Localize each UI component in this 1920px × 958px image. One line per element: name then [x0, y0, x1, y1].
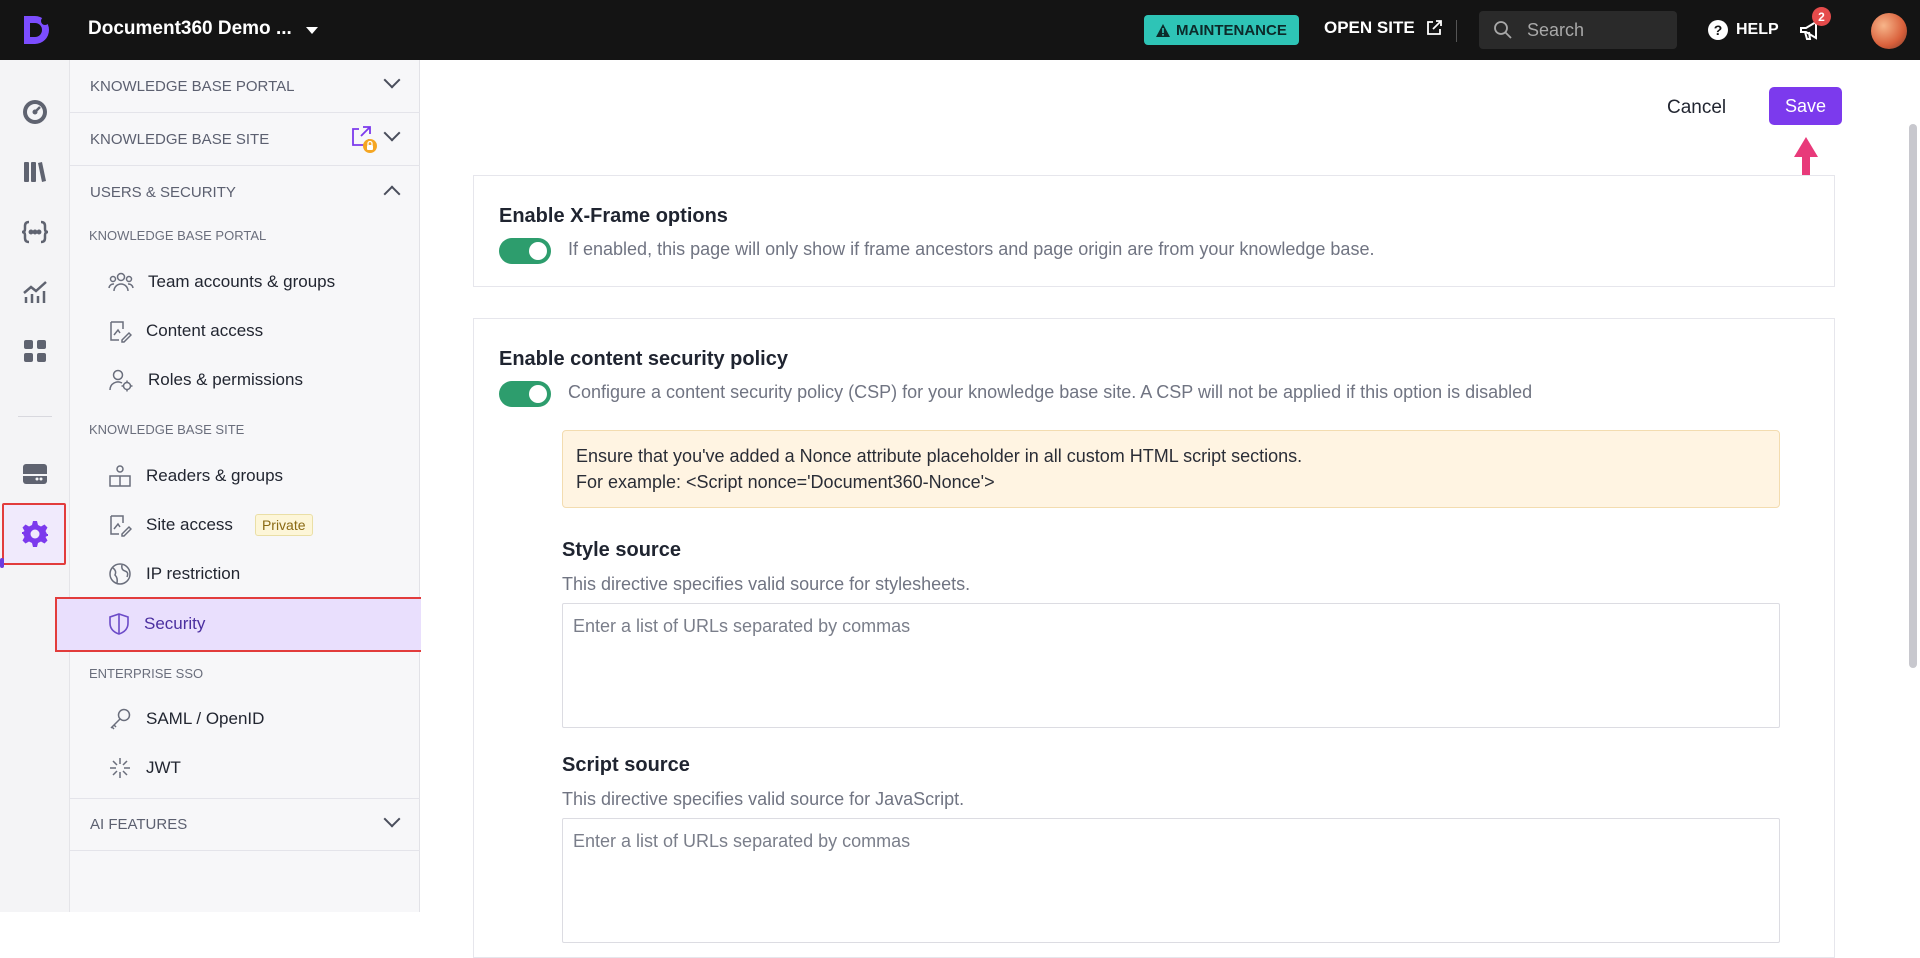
security-settings-panel: Cancel Save Enable X-Frame options If en…	[421, 60, 1920, 958]
help-label: HELP	[1736, 21, 1779, 38]
nav-item-label: SAML / OpenID	[146, 709, 265, 728]
group-label-kb-site: KNOWLEDGE BASE SITE	[89, 422, 245, 437]
main-scrollbar[interactable]	[1909, 124, 1917, 668]
xframe-title: Enable X-Frame options	[499, 205, 728, 227]
style-source-input[interactable]	[562, 603, 1780, 728]
save-button[interactable]: Save	[1769, 87, 1842, 125]
documents-icon[interactable]	[20, 157, 50, 187]
project-name: Document360 Demo ...	[88, 18, 292, 39]
document360-logo-icon[interactable]	[18, 12, 54, 48]
maintenance-label: MAINTENANCE	[1176, 21, 1287, 39]
roles-icon	[109, 369, 133, 392]
avatar[interactable]	[1871, 13, 1907, 49]
section-label: KNOWLEDGE BASE SITE	[90, 130, 270, 148]
section-kb-site[interactable]: KNOWLEDGE BASE SITE	[70, 113, 420, 166]
cancel-button[interactable]: Cancel	[1657, 89, 1736, 127]
chevron-down-icon	[383, 810, 401, 828]
nav-item-readers-groups[interactable]: Readers & groups	[98, 456, 400, 496]
nav-item-roles-permissions[interactable]: Roles & permissions	[98, 360, 400, 400]
script-source-input[interactable]	[562, 818, 1780, 943]
nav-item-security[interactable]: Security	[98, 604, 400, 644]
alert-line-2: For example: <Script nonce='Document360-…	[576, 472, 995, 492]
team-icon	[108, 272, 134, 292]
readers-icon	[109, 465, 131, 487]
nav-item-ip-restriction[interactable]: IP restriction	[98, 554, 400, 594]
content-access-icon	[110, 321, 132, 343]
search-input[interactable]	[1527, 19, 1667, 41]
nav-item-content-access[interactable]: Content access	[98, 311, 400, 351]
external-link-icon	[1426, 20, 1442, 35]
nav-item-jwt[interactable]: JWT	[98, 748, 400, 788]
script-source-description: This directive specifies valid source fo…	[562, 789, 965, 809]
apps-icon[interactable]	[20, 336, 50, 366]
globe-icon	[109, 563, 131, 585]
style-source-description: This directive specifies valid source fo…	[562, 574, 971, 594]
xframe-description: If enabled, this page will only show if …	[568, 239, 1375, 259]
open-site-link[interactable]: OPEN SITE	[1324, 18, 1443, 38]
settings-icon[interactable]	[20, 519, 50, 549]
divider	[1456, 20, 1457, 42]
settings-sidebar: KNOWLEDGE BASE PORTAL KNOWLEDGE BASE SIT…	[55, 60, 423, 912]
search-icon	[1494, 21, 1512, 39]
alert-line-1: Ensure that you've added a Nonce attribu…	[576, 446, 1303, 466]
nav-item-label: Security	[144, 614, 206, 633]
script-source-title: Script source	[562, 754, 690, 776]
drive-icon[interactable]	[20, 459, 50, 489]
nav-item-label: Content access	[146, 321, 264, 340]
chevron-down-icon	[383, 71, 401, 89]
nav-item-team-accounts[interactable]: Team accounts & groups	[98, 262, 400, 302]
top-bar: Document360 Demo ... MAINTENANCE OPEN SI…	[0, 0, 1920, 60]
nav-item-label: JWT	[146, 758, 181, 777]
style-source-title: Style source	[562, 539, 681, 561]
section-label: KNOWLEDGE BASE PORTAL	[90, 77, 295, 95]
section-users-security[interactable]: USERS & SECURITY	[70, 166, 420, 219]
help-button[interactable]: ? HELP	[1708, 20, 1779, 40]
csp-title: Enable content security policy	[499, 348, 788, 370]
section-ai-features[interactable]: AI FEATURES	[70, 798, 420, 851]
csp-toggle[interactable]	[499, 381, 551, 407]
maintenance-badge[interactable]: MAINTENANCE	[1144, 15, 1299, 45]
xframe-card: Enable X-Frame options If enabled, this …	[473, 175, 1835, 287]
shield-icon	[109, 613, 129, 635]
chevron-down-icon	[383, 124, 401, 142]
csp-card: Enable content security policy Configure…	[473, 318, 1835, 958]
nav-item-label: Readers & groups	[146, 466, 284, 485]
active-rail-indicator	[0, 558, 4, 568]
nav-item-label: Site access	[146, 515, 233, 534]
search-box[interactable]	[1479, 11, 1677, 49]
external-lock-icon	[352, 126, 377, 153]
csp-description: Configure a content security policy (CSP…	[568, 382, 1533, 402]
help-icon: ?	[1708, 20, 1728, 40]
nav-item-label: IP restriction	[146, 564, 241, 583]
api-icon[interactable]	[20, 217, 50, 247]
key-icon	[110, 708, 131, 730]
site-access-icon	[110, 515, 132, 537]
notification-badge: 2	[1812, 7, 1831, 26]
section-label: AI FEATURES	[90, 816, 188, 833]
section-kb-portal[interactable]: KNOWLEDGE BASE PORTAL	[70, 60, 420, 113]
analytics-icon[interactable]	[20, 277, 50, 307]
caret-down-icon	[305, 26, 318, 34]
chevron-up-icon	[383, 185, 401, 203]
warning-icon	[1156, 23, 1170, 37]
nav-item-label: Team accounts & groups	[148, 272, 336, 291]
group-label-kb-portal: KNOWLEDGE BASE PORTAL	[89, 228, 267, 243]
icon-rail	[0, 60, 70, 912]
nonce-alert: Ensure that you've added a Nonce attribu…	[562, 430, 1780, 508]
rail-divider	[18, 416, 52, 417]
group-label-enterprise-sso: ENTERPRISE SSO	[89, 666, 204, 681]
open-site-label: OPEN SITE	[1324, 18, 1415, 37]
xframe-toggle[interactable]	[499, 238, 551, 264]
project-switcher[interactable]: Document360 Demo ...	[88, 18, 318, 40]
jwt-icon	[110, 758, 130, 778]
nav-item-saml-openid[interactable]: SAML / OpenID	[98, 699, 400, 739]
section-label: USERS & SECURITY	[90, 184, 236, 201]
nav-item-label: Roles & permissions	[148, 370, 303, 389]
nav-item-site-access[interactable]: Site access Private	[98, 505, 400, 545]
dashboard-icon[interactable]	[20, 97, 50, 127]
private-badge: Private	[254, 514, 313, 536]
